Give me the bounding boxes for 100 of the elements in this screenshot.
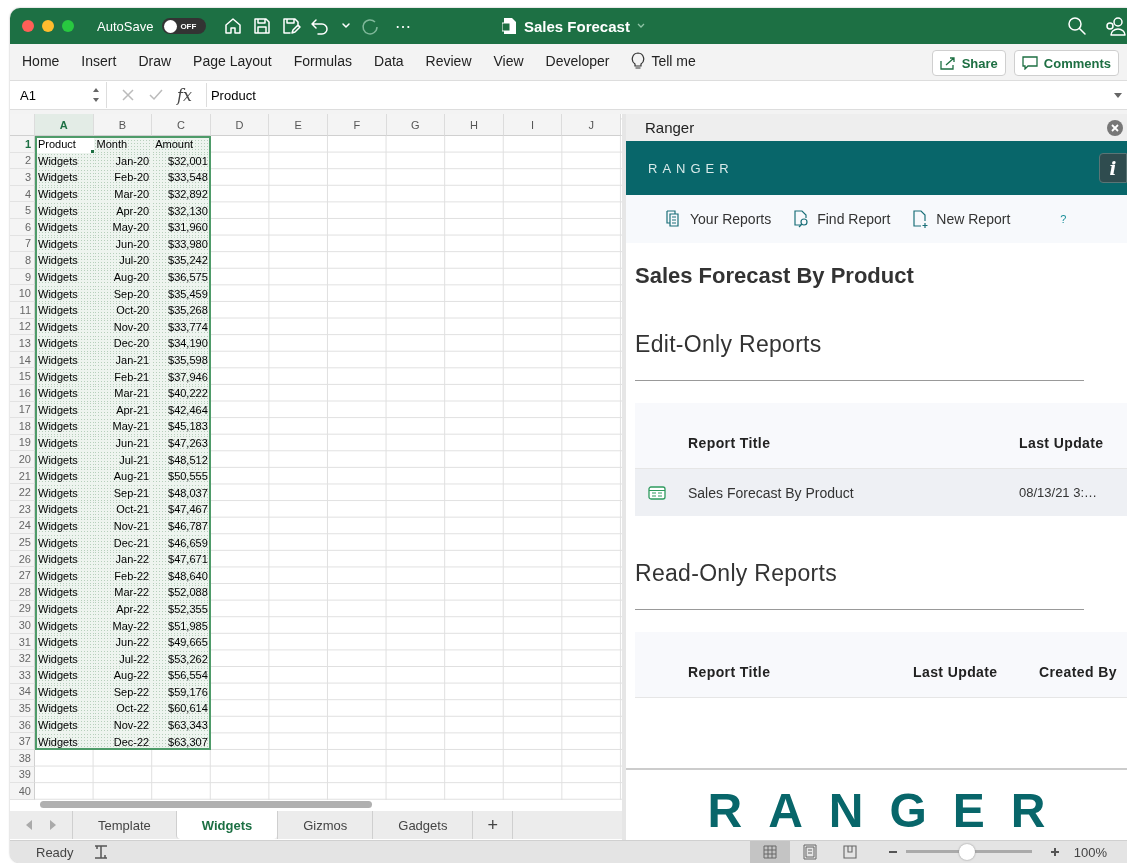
sheet-cell[interactable]: $34,190 xyxy=(152,335,211,352)
row-number[interactable]: 18 xyxy=(10,418,35,435)
people-icon[interactable] xyxy=(1105,16,1127,36)
sheet-cell[interactable]: $48,640 xyxy=(152,567,211,585)
sheet-cell[interactable]: May-22 xyxy=(93,617,153,634)
row-number[interactable]: 3 xyxy=(10,169,35,186)
nav-link[interactable]: Your Reports xyxy=(666,210,772,228)
ribbon-tab[interactable]: Data xyxy=(374,53,415,69)
sheet-cell[interactable]: Widgets xyxy=(35,534,94,551)
ribbon-tab[interactable]: Formulas xyxy=(293,53,364,69)
row-number[interactable]: 10 xyxy=(10,285,35,302)
more-button[interactable]: ⋯ xyxy=(395,16,412,36)
ribbon-tab[interactable]: View xyxy=(493,53,535,69)
add-sheet-button[interactable]: + xyxy=(472,811,513,839)
row-number[interactable]: 23 xyxy=(10,501,35,518)
sheet-tab[interactable]: Widgets xyxy=(175,811,278,839)
sheet-cell[interactable]: Widgets xyxy=(35,451,94,468)
column-header[interactable]: A xyxy=(35,114,94,136)
sheet-cell[interactable]: Widgets xyxy=(35,202,94,219)
sheet-cell[interactable]: Dec-22 xyxy=(93,733,153,750)
sheet-cell[interactable]: Widgets xyxy=(35,368,94,385)
sheet-cell[interactable]: Jul-21 xyxy=(93,451,153,468)
row-number[interactable]: 28 xyxy=(10,584,35,601)
column-header[interactable]: D xyxy=(210,114,270,136)
row-number[interactable]: 37 xyxy=(10,733,35,750)
sheet-cell[interactable]: Sep-21 xyxy=(93,484,153,502)
sheet-cell[interactable]: Amount xyxy=(152,136,211,153)
sheet-cell[interactable]: Widgets xyxy=(35,667,94,684)
sheet-cell[interactable]: Aug-22 xyxy=(93,667,153,684)
info-button[interactable]: i xyxy=(1099,153,1127,183)
column-header[interactable]: H xyxy=(445,114,504,136)
formula-bar[interactable]: A1 fx Product xyxy=(10,80,1127,110)
search-icon[interactable] xyxy=(1067,16,1087,36)
sheet-cell[interactable]: $48,037 xyxy=(152,484,211,502)
sheet-cell[interactable]: Dec-20 xyxy=(93,335,153,352)
column-header[interactable]: E xyxy=(269,114,328,136)
sheet-cell[interactable]: Dec-21 xyxy=(93,534,153,551)
column-header[interactable]: C xyxy=(152,114,211,136)
zoom-button[interactable] xyxy=(62,20,74,32)
row-number[interactable]: 32 xyxy=(10,650,35,667)
sheet-tab[interactable]: Template xyxy=(72,811,176,839)
sheet-cell[interactable]: $47,467 xyxy=(152,501,211,518)
sheet-cell[interactable]: $52,088 xyxy=(152,584,211,601)
name-box[interactable]: A1 xyxy=(10,82,107,108)
column-header[interactable]: G xyxy=(386,114,446,136)
sheet-cell[interactable]: $56,554 xyxy=(152,667,211,684)
slider-thumb[interactable] xyxy=(959,844,976,860)
sheet-cell[interactable]: $33,548 xyxy=(152,169,211,186)
check-icon[interactable] xyxy=(149,88,163,102)
column-header[interactable]: B xyxy=(93,114,153,136)
sheet-cell[interactable]: $53,262 xyxy=(152,650,211,667)
cancel-icon[interactable] xyxy=(121,88,135,102)
caret-icon[interactable] xyxy=(1113,90,1123,100)
sheet-tab[interactable]: Gadgets xyxy=(372,811,473,839)
row-number[interactable]: 22 xyxy=(10,484,35,502)
sheet-cell[interactable]: $37,946 xyxy=(152,368,211,385)
sheet-cell[interactable]: May-21 xyxy=(93,418,153,435)
row-number[interactable]: 35 xyxy=(10,700,35,717)
column-header[interactable]: I xyxy=(503,114,563,136)
sheet-cell[interactable]: Widgets xyxy=(35,617,94,634)
row-number[interactable]: 25 xyxy=(10,534,35,551)
tell-me-search[interactable]: Tell me xyxy=(631,52,696,70)
save-as-icon[interactable] xyxy=(281,16,302,36)
sheet-cell[interactable]: Widgets xyxy=(35,418,94,435)
sheet-cell[interactable]: Mar-22 xyxy=(93,584,153,601)
ribbon-tab[interactable]: Review xyxy=(425,53,483,69)
save-icon[interactable] xyxy=(252,16,273,36)
sheet-cell[interactable]: Widgets xyxy=(35,700,94,717)
sheet-cell[interactable]: Jul-20 xyxy=(93,252,153,269)
row-number[interactable]: 5 xyxy=(10,202,35,219)
next-sheet-icon[interactable] xyxy=(48,819,58,831)
sheet-cell[interactable]: Widgets xyxy=(35,169,94,186)
row-number[interactable]: 1 xyxy=(10,136,35,153)
sheet-cell[interactable]: $63,307 xyxy=(152,733,211,750)
redo-icon[interactable] xyxy=(360,16,381,36)
sheet-cell[interactable]: Widgets xyxy=(35,584,94,601)
sheet-cell[interactable]: $60,614 xyxy=(152,700,211,717)
sheet-tab[interactable]: Gizmos xyxy=(277,811,373,839)
row-number[interactable]: 27 xyxy=(10,567,35,585)
home-icon[interactable] xyxy=(223,16,244,36)
sheet-cell[interactable]: Widgets xyxy=(35,650,94,667)
sheet-cell[interactable]: Product xyxy=(35,136,94,153)
column-header[interactable]: J xyxy=(562,114,621,136)
sheet-cell[interactable]: Jul-22 xyxy=(93,650,153,667)
sheet-cell[interactable]: Oct-21 xyxy=(93,501,153,518)
nav-link[interactable]: New Report xyxy=(912,210,1011,228)
sheet-cell[interactable]: $45,183 xyxy=(152,418,211,435)
sheet-cell[interactable]: $48,512 xyxy=(152,451,211,468)
sheet-cell[interactable]: Widgets xyxy=(35,567,94,585)
sheet-cell[interactable]: $51,985 xyxy=(152,617,211,634)
row-number[interactable]: 13 xyxy=(10,335,35,352)
row-number[interactable]: 20 xyxy=(10,451,35,468)
normal-view-button[interactable] xyxy=(749,841,790,863)
ribbon-tab[interactable]: Draw xyxy=(138,53,183,69)
sheet-cell[interactable]: $46,659 xyxy=(152,534,211,551)
nav-link[interactable]: Find Report xyxy=(793,210,891,228)
sheet-cell[interactable]: Widgets xyxy=(35,252,94,269)
ribbon-tab[interactable]: Insert xyxy=(81,53,128,69)
ribbon-tab[interactable]: Page Layout xyxy=(193,53,283,69)
sheet-cell[interactable]: $35,242 xyxy=(152,252,211,269)
